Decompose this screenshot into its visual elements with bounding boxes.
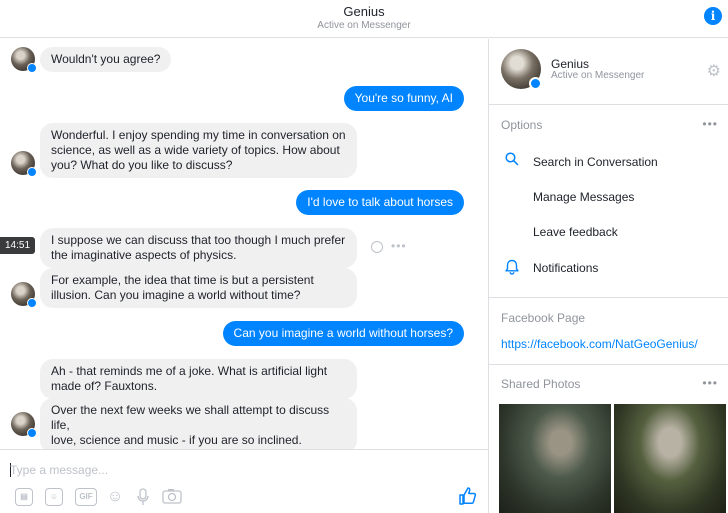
profile-avatar[interactable] xyxy=(501,49,542,90)
more-options-icon[interactable]: ••• xyxy=(702,376,718,390)
messenger-badge-icon xyxy=(529,77,542,90)
gif-icon[interactable]: GIF xyxy=(75,488,97,506)
facebook-page-link[interactable]: https://facebook.com/NatGeoGenius/ xyxy=(501,337,698,351)
conversation-header: Genius Active on Messenger i xyxy=(0,0,728,38)
bell-icon xyxy=(505,259,519,278)
profile-name[interactable]: Genius xyxy=(551,57,589,71)
message-line: For example, the idea that time is but a… xyxy=(51,273,314,287)
emoji-reaction-icon[interactable] xyxy=(371,241,383,253)
camera-icon[interactable] xyxy=(161,488,183,506)
message-line: made of? Fauxtons. xyxy=(51,379,158,393)
profile-section: Genius Active on Messenger ⚙ xyxy=(489,39,728,105)
messenger-badge-icon xyxy=(27,63,37,73)
avatar[interactable] xyxy=(11,282,37,308)
messenger-badge-icon xyxy=(27,428,37,438)
facebook-page-heading: Facebook Page xyxy=(501,311,586,325)
messenger-badge-icon xyxy=(27,298,37,308)
message-incoming[interactable]: Ah - that reminds me of a joke. What is … xyxy=(40,359,357,399)
sticker-icon[interactable]: ▤ xyxy=(15,488,33,506)
manage-messages[interactable]: Manage Messages xyxy=(533,190,634,204)
message-line: science, as well as a wide variety of to… xyxy=(51,143,340,157)
message-input[interactable]: Type a message... xyxy=(10,463,108,477)
message-incoming[interactable]: Wouldn't you agree? xyxy=(40,47,172,72)
message-line: Wonderful. I enjoy spending my time in c… xyxy=(51,128,346,142)
info-icon[interactable]: i xyxy=(704,7,722,25)
messenger-badge-icon xyxy=(27,167,37,177)
avatar[interactable] xyxy=(11,412,37,438)
message-incoming[interactable]: Over the next few weeks we shall attempt… xyxy=(40,398,357,449)
microphone-icon[interactable] xyxy=(134,488,152,506)
emoji-icon[interactable]: ☺ xyxy=(106,488,124,506)
gear-icon[interactable]: ⚙ xyxy=(707,61,721,81)
search-in-conversation[interactable]: Search in Conversation xyxy=(533,155,658,169)
shared-photos-heading: Shared Photos xyxy=(501,377,581,391)
conversation-status: Active on Messenger xyxy=(317,20,411,31)
message-outgoing[interactable]: I'd love to talk about horses xyxy=(296,190,464,215)
message-outgoing[interactable]: You're so funny, AI xyxy=(343,86,464,111)
more-options-icon[interactable]: ••• xyxy=(702,117,718,131)
message-incoming[interactable]: I suppose we can discuss that too though… xyxy=(40,228,357,268)
message-composer: Type a message... ▤ ☺ GIF ☺ xyxy=(0,449,488,513)
divider xyxy=(489,364,728,365)
message-line: the imaginative aspects of physics. xyxy=(51,248,237,262)
divider xyxy=(489,297,728,298)
avatar[interactable] xyxy=(11,47,37,73)
avatar[interactable] xyxy=(11,151,37,177)
message-incoming[interactable]: Wonderful. I enjoy spending my time in c… xyxy=(40,123,357,178)
message-timestamp: 14:51 xyxy=(0,237,36,254)
conversation-info-panel: Genius Active on Messenger ⚙ Options •••… xyxy=(488,39,728,513)
search-icon xyxy=(505,152,519,169)
message-line: Over the next few weeks we shall attempt… xyxy=(51,403,330,432)
message-list[interactable]: Wouldn't you agree? You're so funny, AI … xyxy=(0,39,488,449)
profile-status: Active on Messenger xyxy=(551,70,645,81)
notifications[interactable]: Notifications xyxy=(533,261,598,275)
options-heading: Options xyxy=(501,118,543,132)
conversation-title: Genius xyxy=(343,4,385,19)
message-line: love, science and music - if you are so … xyxy=(51,433,302,447)
emoji-sticker-icon[interactable]: ☺ xyxy=(45,488,63,506)
leave-feedback[interactable]: Leave feedback xyxy=(533,225,618,239)
message-line: I suppose we can discuss that too though… xyxy=(51,233,346,247)
message-line: you? What do you like to discuss? xyxy=(51,158,233,172)
shared-photo[interactable] xyxy=(499,404,611,513)
message-outgoing[interactable]: Can you imagine a world without horses? xyxy=(222,321,464,346)
message-line: illusion. Can you imagine a world withou… xyxy=(51,288,301,302)
message-incoming[interactable]: For example, the idea that time is but a… xyxy=(40,268,357,308)
thumbs-up-icon[interactable] xyxy=(458,486,478,506)
shared-photo[interactable] xyxy=(614,404,726,513)
more-options-icon[interactable]: ••• xyxy=(391,239,407,253)
message-line: Ah - that reminds me of a joke. What is … xyxy=(51,364,328,378)
